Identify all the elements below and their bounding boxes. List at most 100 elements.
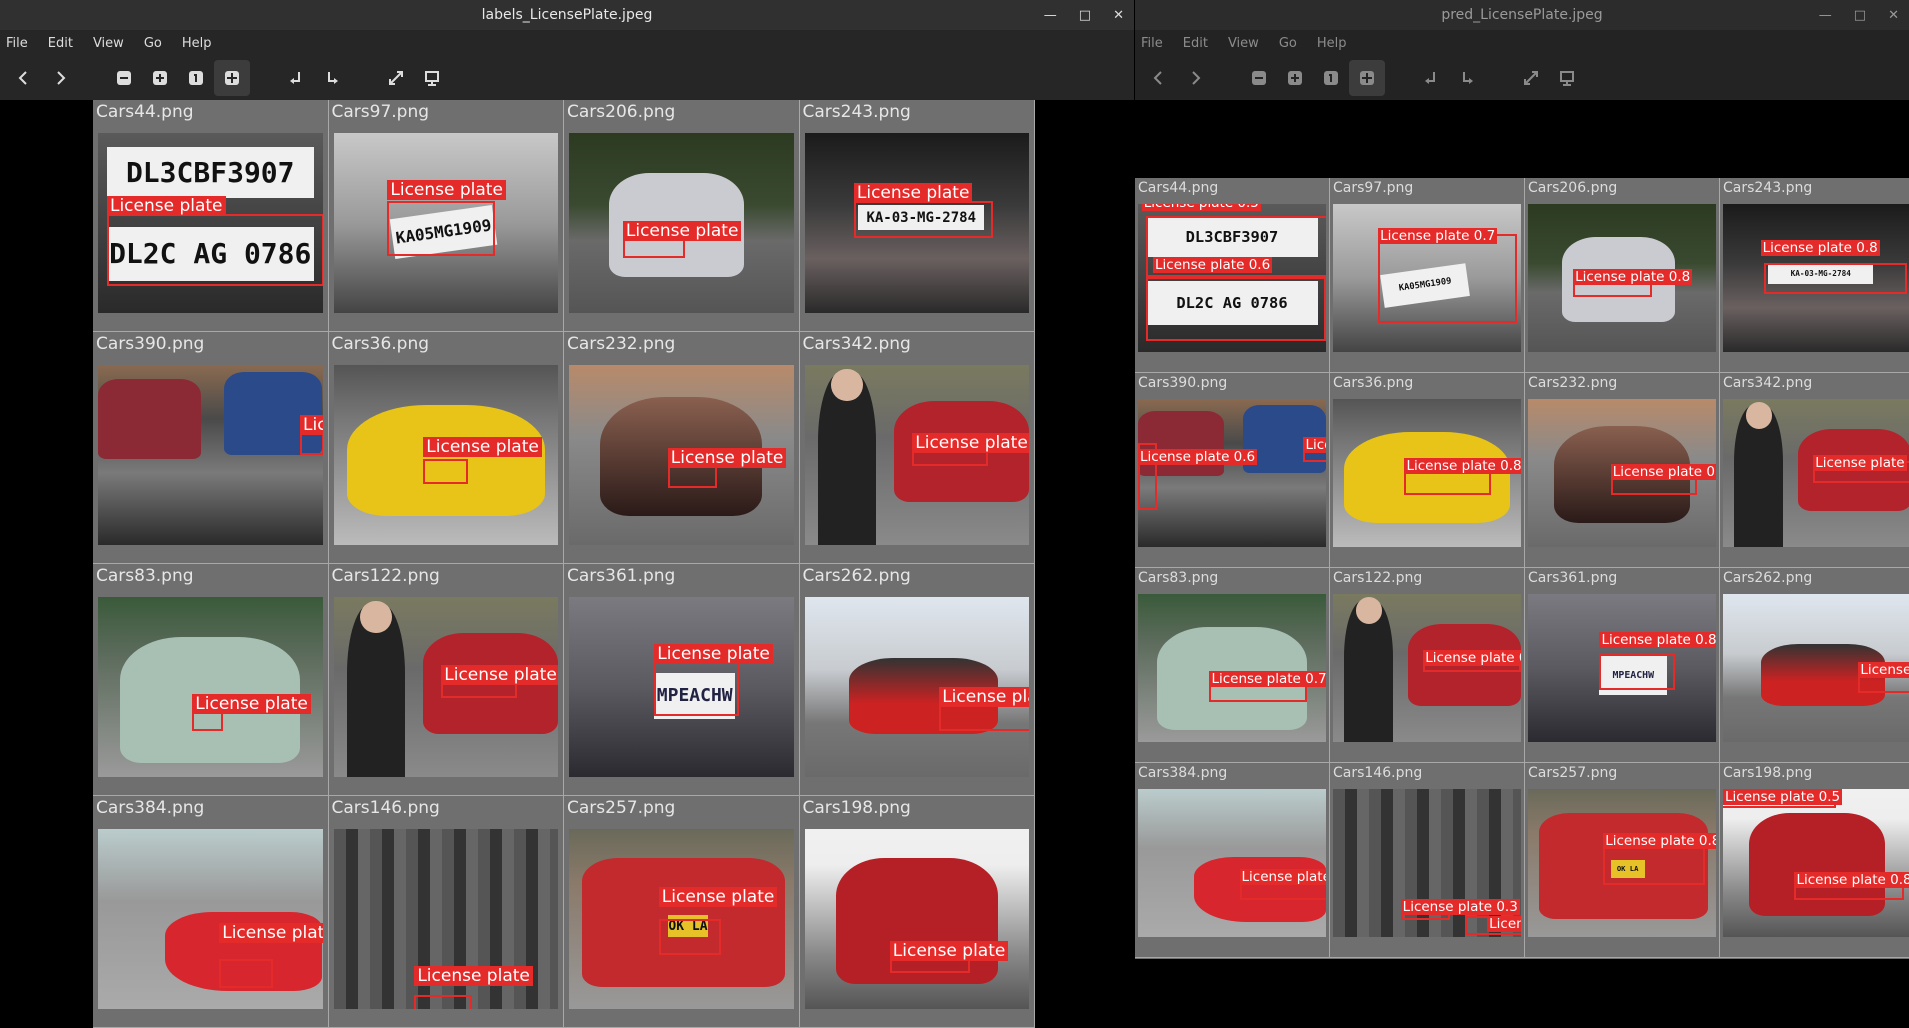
zoom-out-icon [1252, 71, 1266, 85]
forward-button[interactable] [42, 60, 78, 96]
box-label: License plate [667, 447, 787, 468]
tile-filename: Cars83.png [96, 566, 194, 586]
best-fit-button[interactable] [1349, 60, 1385, 96]
tile-filename: Cars206.png [567, 102, 676, 122]
mosaic-tile: License plate 0.6 License plate 0.7 Cars39… [1135, 373, 1330, 568]
menu-file[interactable]: File [6, 36, 28, 51]
forward-button[interactable] [1177, 60, 1213, 96]
menu-bar: File Edit View Go Help [0, 30, 1134, 56]
maximize-icon[interactable]: □ [1854, 8, 1866, 23]
menu-view[interactable]: View [93, 36, 124, 51]
menu-edit[interactable]: Edit [48, 36, 73, 51]
fullscreen-icon [1524, 71, 1538, 85]
menu-go[interactable]: Go [1279, 36, 1297, 51]
tile-filename: Cars390.png [96, 334, 205, 354]
image-viewport[interactable]: DL3CBF3907DL2C AG 0786License plate 0.5L… [1135, 100, 1909, 1028]
box-label: License plate [441, 665, 558, 686]
slideshow-button[interactable] [414, 60, 450, 96]
back-icon [1153, 71, 1162, 85]
car-photo: License plate [98, 365, 323, 545]
zoom-in-icon [153, 71, 167, 85]
car-photo: License plate [333, 597, 558, 777]
menu-file[interactable]: File [1141, 36, 1163, 51]
box-label: License pla [939, 687, 1029, 707]
back-button[interactable] [6, 60, 42, 96]
close-icon[interactable]: ✕ [1113, 8, 1124, 23]
title-bar[interactable]: pred_LicensePlate.jpeg — □ ✕ [1135, 0, 1909, 30]
mosaic-tile: License plate Cars36.png [328, 332, 564, 564]
rotate-right-button[interactable] [1449, 60, 1485, 96]
tile-filename: Cars232.png [1528, 375, 1618, 391]
tile-filename: Cars262.png [1723, 570, 1813, 586]
box-label: License plate 0.7 [1378, 227, 1498, 244]
window-title: labels_LicensePlate.jpeg [481, 7, 653, 23]
bounding-box [387, 201, 495, 256]
menu-edit[interactable]: Edit [1183, 36, 1208, 51]
mosaic-tile: License plate Cars206.png [564, 100, 800, 332]
tile-filename: Cars232.png [567, 334, 676, 354]
menu-view[interactable]: View [1228, 36, 1259, 51]
minimize-icon[interactable]: — [1819, 8, 1832, 23]
fullscreen-button[interactable] [378, 60, 414, 96]
mosaic-tile: License plate Cars384.png [93, 796, 329, 1028]
best-fit-button[interactable] [214, 60, 250, 96]
box-label: License plate 0.8 [1573, 269, 1693, 286]
car-photo: KA-03-MG-2784 License plate [804, 133, 1029, 313]
bounding-box [1599, 653, 1675, 690]
tile-filename: Cars36.png [1333, 375, 1414, 391]
tile-filename: Cars243.png [802, 102, 911, 122]
mosaic-tile: License plate 0.3License plate 0.3 Cars14… [1330, 763, 1525, 958]
zoom-in-button[interactable] [1277, 60, 1313, 96]
bounding-box [658, 919, 722, 956]
rotate-left-button[interactable] [1413, 60, 1449, 96]
tile-filename: Cars44.png [96, 102, 194, 122]
fullscreen-button[interactable] [1513, 60, 1549, 96]
tile-filename: Cars44.png [1138, 180, 1219, 196]
window-title: pred_LicensePlate.jpeg [1441, 7, 1603, 23]
rotate-right-icon [1463, 72, 1473, 84]
bounding-box [1145, 275, 1326, 342]
rotate-left-button[interactable] [278, 60, 314, 96]
car-photo: License plate [98, 597, 323, 777]
maximize-icon[interactable]: □ [1079, 8, 1091, 23]
car-photo: License plate 0.8 [1333, 399, 1521, 547]
bounding-box [219, 958, 273, 988]
mosaic-tile: License plate Cars146.png [328, 796, 564, 1028]
tile-filename: Cars384.png [96, 798, 205, 818]
best-fit-icon [1360, 71, 1374, 85]
zoom-out-button[interactable] [1241, 60, 1277, 96]
box-label: License plate 0.5 [1723, 789, 1843, 805]
box-label: License plate [912, 433, 1029, 454]
mosaic-tile: License plate Cars390.png [93, 332, 329, 564]
box-label: License plate 0.8 [1760, 239, 1880, 256]
box-label: License plate [219, 922, 323, 943]
menu-go[interactable]: Go [144, 36, 162, 51]
close-icon[interactable]: ✕ [1888, 8, 1899, 23]
rotate-left-icon [1425, 72, 1435, 84]
title-bar[interactable]: labels_LicensePlate.jpeg — □ ✕ [0, 0, 1134, 30]
rotate-right-button[interactable] [314, 60, 350, 96]
car-photo: DL3CBF3907DL2C AG 0786License plate 0.5L… [1138, 204, 1326, 352]
minimize-icon[interactable]: — [1044, 8, 1057, 23]
car-photo: License pla [1723, 594, 1909, 742]
image-viewport[interactable]: DL3CBF3907 DL2C AG 0786 License plate Cars4… [0, 100, 1134, 1028]
bounding-box [106, 214, 323, 287]
zoom-in-button[interactable] [142, 60, 178, 96]
actual-size-button[interactable] [178, 60, 214, 96]
car-photo: KA05MG1909 License plate [333, 133, 558, 313]
slideshow-button[interactable] [1549, 60, 1585, 96]
box-label: License plate 0.8 [1239, 868, 1326, 885]
tile-filename: Cars342.png [802, 334, 911, 354]
box-label: License plate 0.8 [1603, 833, 1716, 850]
back-button[interactable] [1141, 60, 1177, 96]
menu-help[interactable]: Help [182, 36, 212, 51]
tile-filename: Cars361.png [567, 566, 676, 586]
zoom-out-button[interactable] [106, 60, 142, 96]
car-photo: DL3CBF3907 DL2C AG 0786 License plate [98, 133, 323, 313]
actual-size-button[interactable] [1313, 60, 1349, 96]
toolbar [1135, 56, 1909, 100]
menu-bar: File Edit View Go Help [1135, 30, 1909, 56]
tile-filename: Cars198.png [1723, 765, 1813, 781]
menu-help[interactable]: Help [1317, 36, 1347, 51]
car-photo: KA05MG1909 License plate 0.7 [1333, 204, 1521, 352]
